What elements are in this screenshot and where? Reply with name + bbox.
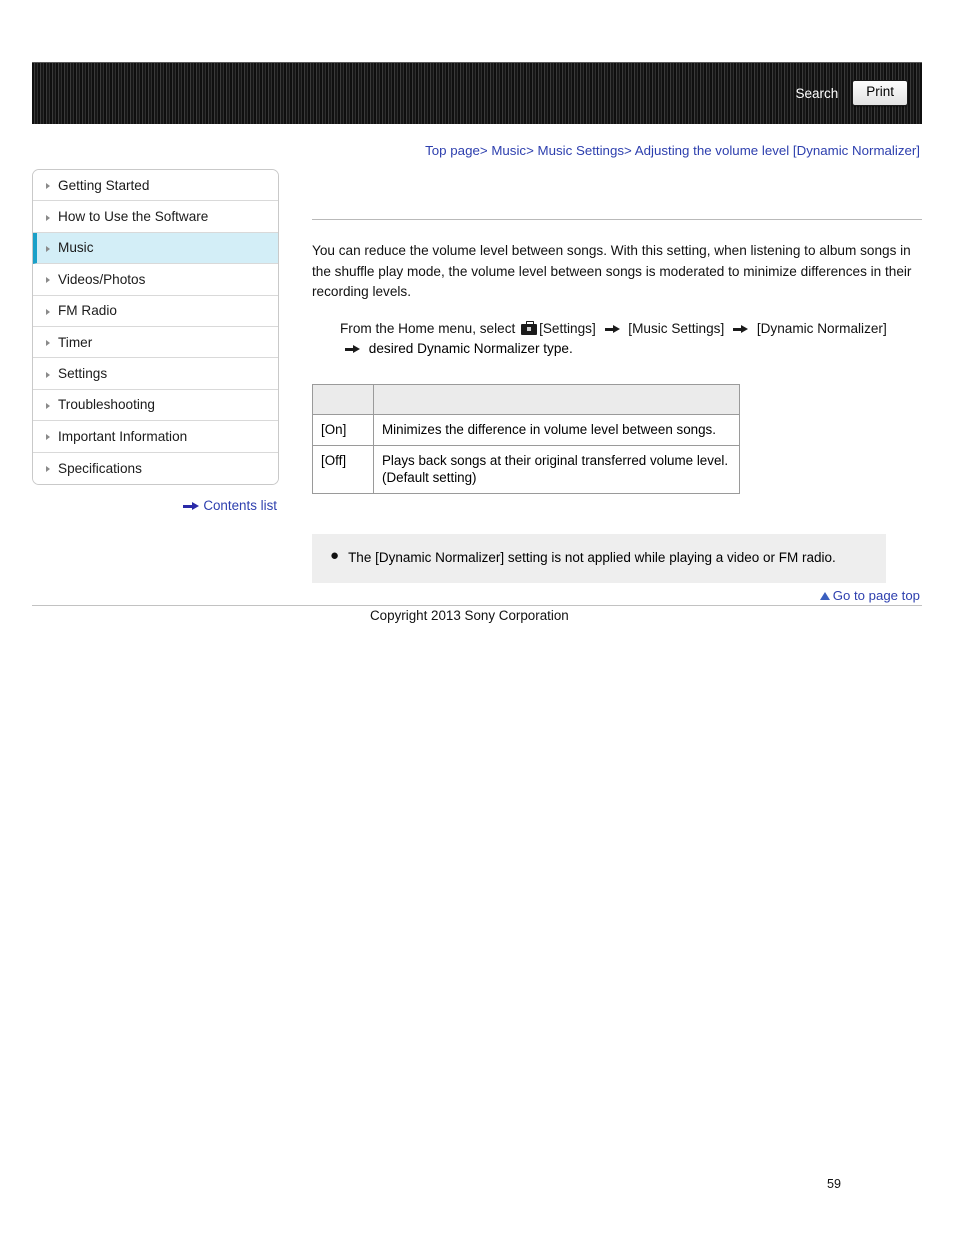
sidebar-item-important-information[interactable]: Important Information	[33, 421, 278, 453]
breadcrumb-item-current-page[interactable]: Adjusting the volume level [Dynamic Norm…	[635, 143, 920, 158]
chevron-right-icon	[46, 308, 50, 315]
table-cell-desc: Plays back songs at their original trans…	[373, 444, 740, 494]
arrow-right-icon	[604, 324, 620, 334]
table-header-desc	[373, 383, 740, 415]
sidebar-item-label: How to Use the Software	[58, 209, 209, 225]
print-button[interactable]: Print	[852, 80, 908, 106]
sidebar-item-label: Settings	[58, 366, 108, 382]
sidebar-item-settings[interactable]: Settings	[33, 358, 278, 390]
table-row: [On] Minimizes the difference in volume …	[312, 413, 740, 446]
breadcrumb-item-top-page[interactable]: Top page	[425, 143, 480, 158]
chevron-right-icon	[46, 277, 50, 284]
main-content: You can reduce the volume level between …	[312, 169, 922, 583]
header-controls: Search Print	[795, 62, 908, 124]
footer-divider	[32, 605, 922, 606]
chevron-right-icon	[46, 183, 50, 190]
table-header-row	[312, 383, 740, 415]
sidebar-item-label: Music	[58, 240, 94, 256]
breadcrumb: Top page> Music> Music Settings> Adjusti…	[0, 143, 920, 158]
chevron-right-icon	[46, 402, 50, 409]
sidebar-item-getting-started[interactable]: Getting Started	[33, 170, 278, 202]
sidebar-item-how-to-use-the-software[interactable]: How to Use the Software	[33, 201, 278, 233]
arrow-right-icon	[183, 502, 200, 511]
chevron-right-icon	[46, 340, 50, 347]
sidebar-item-label: Specifications	[58, 460, 142, 476]
sidebar-nav: Getting Started How to Use the Software …	[32, 169, 279, 485]
sidebar-item-specifications[interactable]: Specifications	[33, 452, 278, 484]
go-to-page-top-wrapper: Go to page top	[312, 588, 920, 603]
bullet-icon: ●	[330, 546, 340, 564]
table-row: [Off] Plays back songs at their original…	[312, 444, 740, 494]
step-settings-label: [Settings]	[539, 320, 596, 336]
chevron-right-icon	[46, 434, 50, 441]
chevron-right-icon	[46, 371, 50, 378]
sidebar-item-fm-radio[interactable]: FM Radio	[33, 295, 278, 327]
note-box: ● The [Dynamic Normalizer] setting is no…	[312, 533, 886, 583]
table-cell-key: [Off]	[312, 444, 374, 494]
intro-paragraph: You can reduce the volume level between …	[312, 243, 912, 299]
copyright-text: Copyright 2013 Sony Corporation	[370, 608, 569, 623]
contents-list-link-wrapper: Contents list	[32, 498, 277, 513]
table-cell-desc: Minimizes the difference in volume level…	[373, 413, 740, 446]
settings-toolbox-icon	[521, 320, 538, 335]
procedure-step-line2: desired Dynamic Normalizer type.	[340, 341, 922, 356]
page-number: 59	[827, 1177, 842, 1191]
breadcrumb-item-music-settings[interactable]: Music Settings	[538, 143, 624, 158]
top-header-bar: Search Print	[32, 62, 922, 124]
chevron-right-icon	[46, 214, 50, 221]
sidebar-item-label: Troubleshooting	[58, 397, 155, 413]
step-music-settings-label: [Music Settings]	[628, 320, 725, 336]
table-header-key	[312, 383, 374, 415]
options-table: [On] Minimizes the difference in volume …	[312, 383, 740, 494]
sidebar-item-label: Timer	[58, 334, 93, 350]
search-label[interactable]: Search	[795, 86, 838, 101]
sidebar-item-label: Getting Started	[58, 177, 150, 193]
sidebar-item-troubleshooting[interactable]: Troubleshooting	[33, 389, 278, 422]
title-divider	[312, 219, 922, 220]
note-text: The [Dynamic Normalizer] setting is not …	[348, 549, 836, 565]
step-line2-text: desired Dynamic Normalizer type.	[368, 340, 573, 356]
contents-list-link[interactable]: Contents list	[203, 498, 277, 513]
procedure-step-line1: From the Home menu, select [Settings] [M…	[340, 318, 922, 339]
sidebar-item-label: Videos/Photos	[58, 271, 146, 287]
go-to-page-top-link[interactable]: Go to page top	[833, 588, 920, 603]
step-dynamic-normalizer-label: [Dynamic Normalizer]	[756, 320, 887, 336]
sidebar-item-label: FM Radio	[58, 303, 117, 319]
step-prefix-text: From the Home menu, select	[340, 320, 516, 336]
arrow-right-icon	[733, 324, 749, 334]
sidebar-item-music[interactable]: Music	[33, 232, 278, 265]
sidebar-item-label: Important Information	[58, 428, 188, 444]
sidebar-item-timer[interactable]: Timer	[33, 326, 278, 359]
breadcrumb-separator: >	[526, 143, 534, 158]
breadcrumb-separator: >	[479, 143, 488, 158]
sidebar-item-videos-photos[interactable]: Videos/Photos	[33, 264, 278, 296]
arrow-right-icon	[345, 344, 360, 354]
chevron-right-icon	[46, 466, 50, 473]
breadcrumb-separator: >	[624, 143, 632, 158]
note-row: ● The [Dynamic Normalizer] setting is no…	[330, 546, 868, 567]
chevron-right-icon	[46, 245, 50, 252]
triangle-up-icon	[819, 592, 830, 600]
breadcrumb-item-music[interactable]: Music	[491, 143, 526, 158]
table-cell-key: [On]	[312, 413, 374, 446]
